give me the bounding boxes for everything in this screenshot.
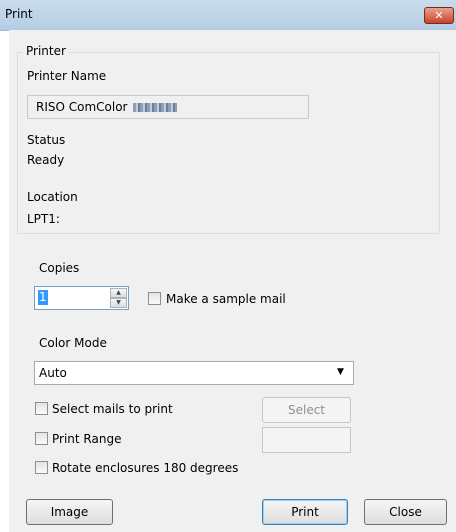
location-value: LPT1: bbox=[27, 212, 60, 226]
close-icon: ✕ bbox=[434, 9, 444, 22]
rotate-enclosures-label: Rotate enclosures 180 degrees bbox=[52, 461, 239, 475]
color-mode-select[interactable]: Auto ▼ bbox=[34, 361, 354, 385]
copies-spinner[interactable]: 1 ▲ ▼ bbox=[34, 286, 129, 310]
sample-mail-checkbox[interactable] bbox=[148, 292, 161, 305]
color-mode-selected: Auto bbox=[39, 366, 67, 380]
close-button[interactable]: Close bbox=[364, 499, 447, 525]
title-bar: Print ✕ bbox=[0, 0, 456, 31]
copies-label: Copies bbox=[39, 261, 80, 275]
printer-name-value: RISO ComColor bbox=[36, 100, 177, 114]
select-mails-checkbox[interactable] bbox=[35, 402, 48, 415]
dropdown-arrow-icon: ▼ bbox=[337, 367, 344, 377]
print-button[interactable]: Print bbox=[262, 499, 348, 525]
select-mails-label: Select mails to print bbox=[52, 402, 173, 416]
status-label: Status bbox=[27, 133, 66, 147]
window-title: Print bbox=[5, 7, 33, 21]
print-range-field[interactable] bbox=[262, 427, 351, 453]
redacted-model-image bbox=[132, 103, 177, 112]
print-range-label: Print Range bbox=[52, 432, 122, 446]
spin-up-icon[interactable]: ▲ bbox=[110, 288, 127, 298]
select-button[interactable]: Select bbox=[262, 397, 351, 423]
printer-group-legend: Printer bbox=[23, 44, 69, 58]
status-value: Ready bbox=[27, 153, 65, 167]
location-label: Location bbox=[27, 190, 78, 204]
image-button[interactable]: Image bbox=[26, 499, 113, 525]
color-mode-label: Color Mode bbox=[39, 336, 107, 350]
close-window-button[interactable]: ✕ bbox=[424, 7, 454, 24]
rotate-enclosures-checkbox[interactable] bbox=[35, 461, 48, 474]
copies-input[interactable]: 1 bbox=[38, 290, 48, 305]
printer-name-field: RISO ComColor bbox=[27, 95, 309, 119]
spin-down-icon[interactable]: ▼ bbox=[110, 298, 127, 308]
sample-mail-label: Make a sample mail bbox=[166, 292, 286, 306]
printer-name-label: Printer Name bbox=[27, 69, 107, 83]
print-range-checkbox[interactable] bbox=[35, 432, 48, 445]
